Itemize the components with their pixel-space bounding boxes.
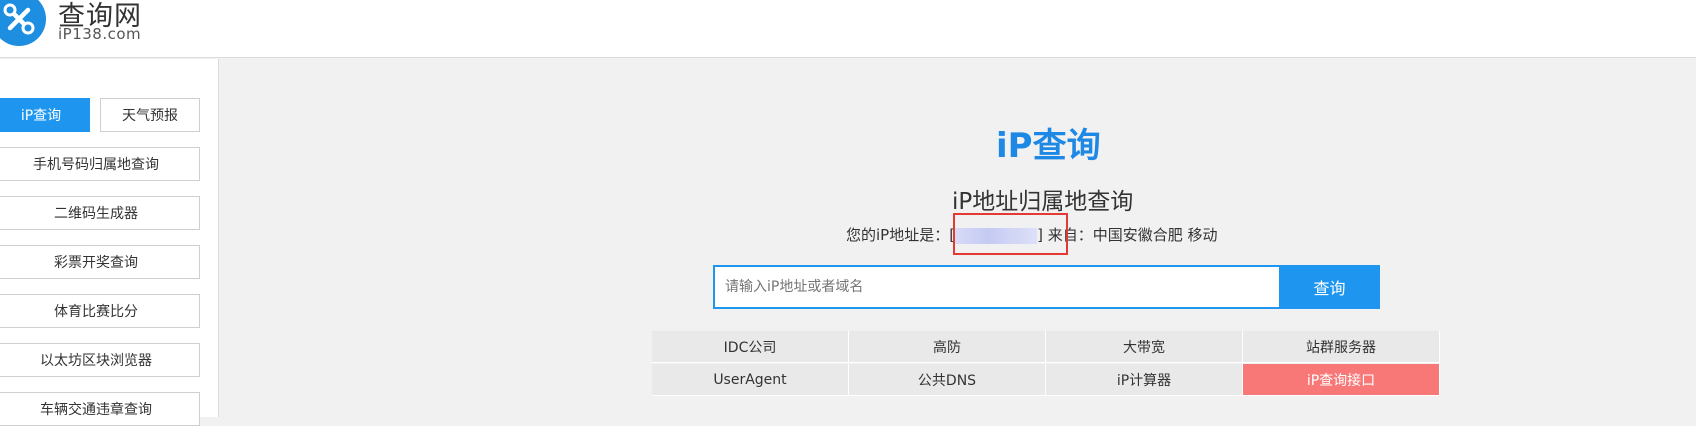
ip-prefix-label: 您的iP地址是：[ [846,226,956,244]
sidebar-item-qrcode[interactable]: 二维码生成器 [0,196,200,230]
sidebar-item-weather[interactable]: 天气预报 [100,98,200,132]
link-ip-api[interactable]: iP查询接口 [1243,364,1440,396]
link-ddos[interactable]: 高防 [849,331,1046,363]
link-site-cluster[interactable]: 站群服务器 [1243,331,1440,363]
sidebar-item-lottery[interactable]: 彩票开奖查询 [0,245,200,279]
page-title: iP查询 [996,126,1101,166]
link-ip-calculator[interactable]: iP计算器 [1046,364,1243,396]
site-domain[interactable]: iP138.com [58,25,141,43]
link-public-dns[interactable]: 公共DNS [849,364,1046,396]
sidebar-item-traffic[interactable]: 车辆交通违章查询 [0,392,200,426]
link-useragent[interactable]: UserAgent [652,364,849,396]
link-idc[interactable]: IDC公司 [652,331,849,363]
sidebar-item-ethereum[interactable]: 以太坊区块浏览器 [0,343,200,377]
page-subtitle: iP地址归属地查询 [952,189,1134,215]
search-button[interactable]: 查询 [1279,265,1380,309]
sidebar-item-phone-lookup[interactable]: 手机号码归属地查询 [0,147,200,181]
link-bandwidth[interactable]: 大带宽 [1046,331,1243,363]
wrench-screwdriver-icon[interactable] [0,0,46,46]
search-input[interactable] [713,265,1281,309]
site-header: 查询网 iP138.com [0,0,1696,58]
ip-highlight-box [953,213,1068,255]
sidebar: iP查询 天气预报 手机号码归属地查询 二维码生成器 彩票开奖查询 体育比赛比分… [0,59,219,426]
sidebar-item-sports[interactable]: 体育比赛比分 [0,294,200,328]
location-value: 中国安徽合肥 移动 [1092,226,1218,244]
sidebar-item-ip-query[interactable]: iP查询 [0,98,90,132]
